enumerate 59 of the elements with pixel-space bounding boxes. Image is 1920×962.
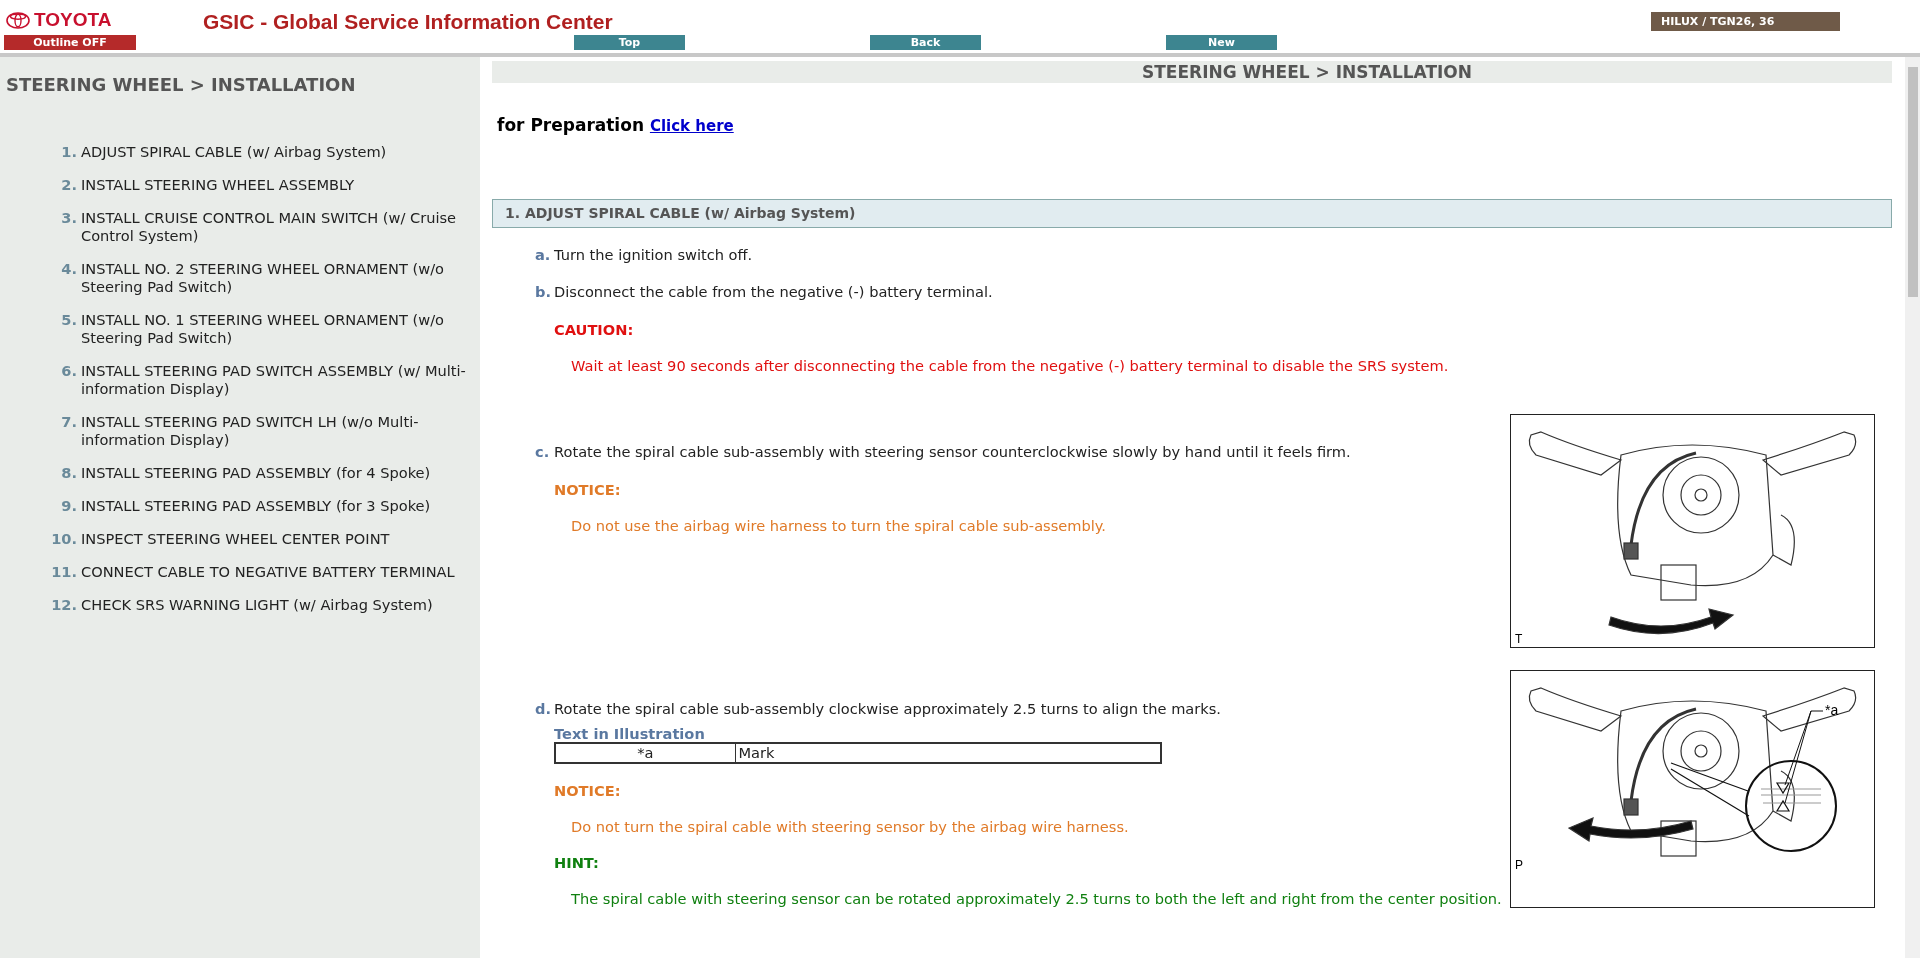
item-number: 10. [50, 530, 78, 548]
item-number: 1. [60, 143, 78, 161]
figure-code: P [1515, 858, 1523, 873]
vertical-scrollbar[interactable] [1905, 57, 1920, 958]
notice-heading: NOTICE: [554, 781, 622, 802]
toc-link[interactable]: INSTALL NO. 2 STEERING WHEEL ORNAMENT (w/o Steering Pad Switch) [81, 260, 474, 296]
notice-text: Do not turn the spiral cable with steering sensor by the airbag wire harness. [571, 817, 1130, 836]
page-heading: STEERING WHEEL > INSTALLATION [492, 61, 1892, 83]
nav-button[interactable]: Back [870, 35, 981, 50]
notice-heading: NOTICE: [554, 480, 622, 501]
notice-text: Do not use the airbag wire harness to turn the spiral cable sub-assembly. [571, 516, 1107, 535]
item-number: 6. [60, 362, 78, 381]
toc-link[interactable]: CONNECT CABLE TO NEGATIVE BATTERY TERMINAL [81, 563, 455, 581]
toc-link[interactable]: ADJUST SPIRAL CABLE (w/ Airbag System) [81, 143, 387, 161]
step-text: Rotate the spiral cable sub-assembly clockwise approximately 2.5 turns to align the marks. [554, 699, 1221, 720]
section-heading: 1. ADJUST SPIRAL CABLE (w/ Airbag System) [492, 198, 1892, 228]
item-number: 2. [60, 176, 78, 194]
preparation-label: for Preparation [497, 115, 644, 135]
item-number: 9. [60, 497, 78, 515]
item-number: 7. [60, 413, 78, 432]
toc-link[interactable]: INSTALL NO. 1 STEERING WHEEL ORNAMENT (w/o Steering Pad Switch) [81, 311, 474, 347]
brand-logo-text: TOYOTA [34, 8, 112, 32]
caution-heading: CAUTION: [554, 320, 635, 341]
step-text: Rotate the spiral cable sub-assembly with steering sensor counterclockwise slowly by hand until it feels firm. [554, 442, 1351, 463]
nav-button[interactable]: Top [574, 35, 685, 50]
callout-label: *a [1825, 702, 1839, 719]
toc-link[interactable]: INSTALL STEERING WHEEL ASSEMBLY [81, 176, 355, 194]
preparation-link[interactable]: Click here [649, 117, 734, 135]
step-letter: b. [535, 282, 552, 303]
toc-link[interactable]: CHECK SRS WARNING LIGHT (w/ Airbag System) [81, 596, 433, 614]
sidebar-title: STEERING WHEEL > INSTALLATION [6, 73, 357, 97]
item-number: 4. [60, 260, 78, 279]
step-letter: c. [535, 442, 551, 463]
model-label: HILUX / TGN26, 36 [1651, 12, 1840, 31]
item-number: 12. [50, 596, 78, 614]
logo-icon [6, 11, 30, 29]
step-letter: a. [535, 244, 552, 265]
toc-link[interactable]: INSTALL CRUISE CONTROL MAIN SWITCH (w/ Cruise Control System) [81, 209, 474, 245]
hint-heading: HINT: [554, 852, 600, 873]
step-letter: d. [535, 699, 552, 720]
toc-link[interactable]: INSTALL STEERING PAD ASSEMBLY (for 4 Spoke) [81, 464, 431, 482]
step-text: Turn the ignition switch off. [554, 244, 753, 265]
step-text: Disconnect the cable from the negative (-) battery terminal. [554, 282, 993, 303]
site-title: GSIC - Global Service Information Center [203, 9, 613, 35]
item-number: 5. [60, 311, 78, 330]
toc-link[interactable]: INSPECT STEERING WHEEL CENTER POINT [81, 530, 390, 548]
scrollbar-thumb[interactable] [1908, 67, 1918, 297]
item-number: 8. [60, 464, 78, 482]
item-number: 11. [50, 563, 78, 581]
nav-button[interactable]: New [1166, 35, 1277, 50]
caution-text: Wait at least 90 seconds after disconnecting the cable from the negative (-) battery terminal to disable the SRS system. [571, 357, 1450, 376]
toc-link[interactable]: INSTALL STEERING PAD ASSEMBLY (for 3 Spoke) [81, 497, 431, 515]
table-title: Text in Illustration [554, 726, 706, 743]
figure-code: T [1515, 632, 1523, 647]
item-number: 3. [60, 209, 78, 228]
toc-link[interactable]: INSTALL STEERING PAD SWITCH LH (w/o Multi-information Display) [81, 413, 474, 449]
hint-text: The spiral cable with steering sensor can be rotated approximately 2.5 turns to both the left and right from the center position. [571, 889, 1503, 908]
toc-link[interactable]: INSTALL STEERING PAD SWITCH ASSEMBLY (w/ Multi-information Display) [81, 362, 474, 398]
outline-toggle-button[interactable]: Outline OFF [4, 35, 136, 50]
